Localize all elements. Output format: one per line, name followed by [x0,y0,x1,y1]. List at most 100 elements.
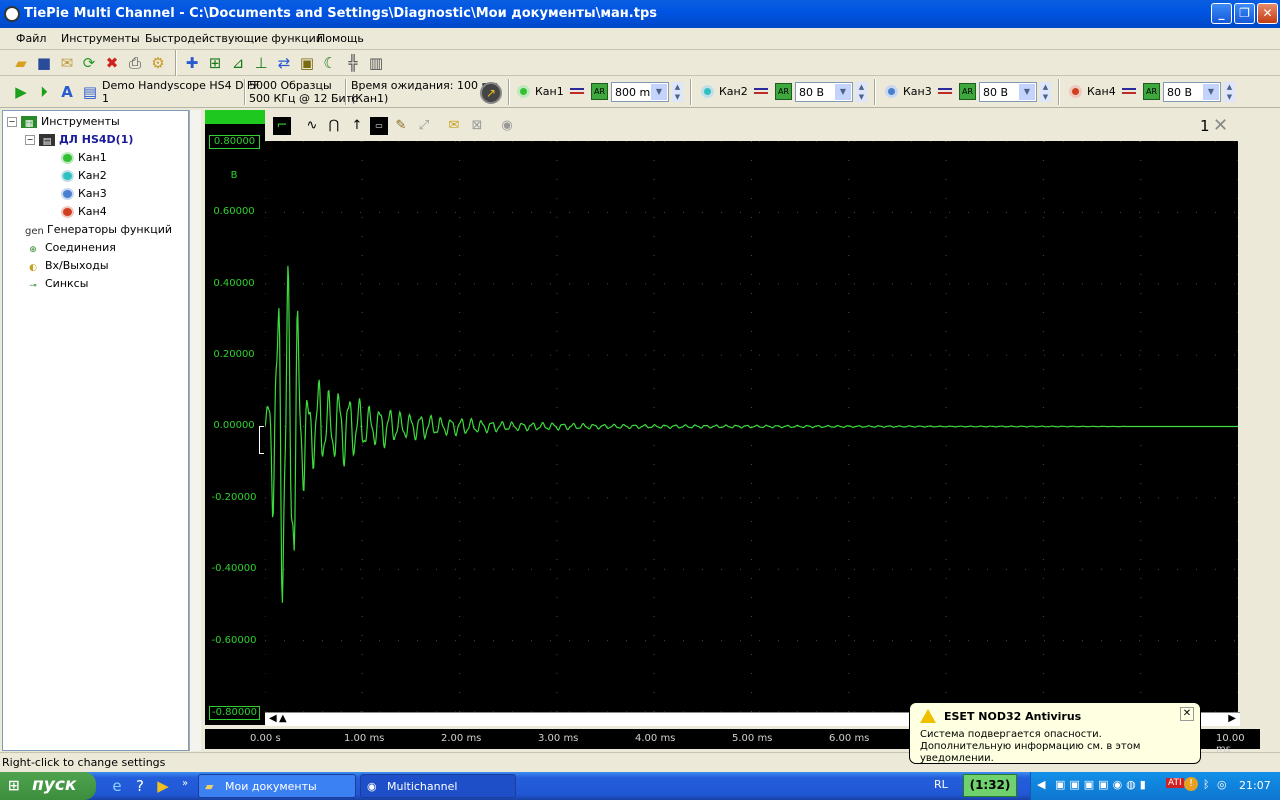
task-my-documents[interactable]: ▰ Мои документы [198,774,356,798]
auto-icon[interactable]: A [58,83,76,101]
peak-icon[interactable]: ⋂ [325,117,343,135]
graph-xy-icon[interactable]: ⊥ [252,54,270,72]
channel-1-autorange[interactable]: AR [591,83,608,100]
step-icon[interactable]: ⌐ [273,117,291,135]
nod32-icon[interactable]: ! [1184,777,1198,791]
swap-icon[interactable]: ⇄ [275,54,293,72]
tray-expand-icon[interactable]: ◀ [1037,778,1045,791]
channel-3-range-spinner[interactable]: ▲ ▼ [1040,82,1051,102]
channel-2-range-select[interactable]: 80 В ▼ [795,82,853,102]
scroll-left-icon[interactable]: ◀ [269,713,277,724]
channel-offset-marker[interactable] [259,426,264,454]
tree-function-generators[interactable]: gen Генераторы функций [25,222,172,238]
network-icon[interactable]: ◎ [1217,778,1227,791]
timeout-knob-icon[interactable]: ↗ [480,82,502,104]
tree-channel-4[interactable]: Кан4 [61,204,107,220]
close-plot-icon[interactable]: ✕ [1213,115,1228,136]
save-icon[interactable]: ■ [35,54,53,72]
chevron-down-icon[interactable]: ▼ [1019,84,1035,100]
channel-2-autorange[interactable]: AR [775,83,792,100]
delete-icon[interactable]: ✖ [103,54,121,72]
scroll-right-icon[interactable]: ▶ [1228,713,1236,724]
zoom-fit-icon[interactable]: ⤢ [415,117,433,135]
tree-channel-1[interactable]: Кан1 [61,150,107,166]
ati-icon[interactable]: ATI [1166,778,1184,788]
media-icon[interactable]: ▶ [154,777,172,795]
open-icon[interactable]: ▰ [12,54,30,72]
antivirus-notification[interactable]: ESET NOD32 Antivirus ✕ Система подвергае… [909,702,1201,764]
trigger-timeout[interactable]: Время ожидания: 100 ms [351,79,498,92]
maximize-button[interactable]: ❐ [1234,3,1255,24]
notification-close-button[interactable]: ✕ [1180,707,1194,721]
tray-icons[interactable]: ▣▣▣▣◉◍▮ [1055,778,1150,791]
tree-channel-3[interactable]: Кан3 [61,186,107,202]
plot-canvas[interactable] [264,140,1239,713]
clock[interactable]: 21:07 [1239,779,1271,792]
sample-rate[interactable]: 500 КГц @ 12 Битс [249,92,358,105]
chevron-down-icon[interactable]: ▼ [835,84,851,100]
channel-4-range-select[interactable]: 80 В ▼ [1163,82,1221,102]
task-multichannel[interactable]: ◉ Multichannel [360,774,516,798]
channel-1-coupling-icon[interactable] [570,88,584,94]
waveform-icon[interactable]: ▤ [81,83,99,101]
close-button[interactable]: ✕ [1257,3,1278,24]
tree-connections[interactable]: ⊕ Соединения [25,240,116,256]
mail-icon[interactable]: ✉ [58,54,76,72]
start-icon[interactable]: ▶ [12,83,30,101]
meter-icon[interactable]: ▣ [298,54,316,72]
collapse-icon[interactable]: − [25,135,35,145]
chevron-down-icon[interactable]: ▼ [1203,84,1219,100]
sine-icon[interactable]: ∿ [303,117,321,135]
refresh-icon[interactable]: ⟳ [80,54,98,72]
add-icon[interactable]: ✚ [183,54,201,72]
screen-icon[interactable]: ▭ [370,117,388,135]
graph-add-icon[interactable]: ⊞ [206,54,224,72]
settings-icon[interactable]: ⚙ [149,54,167,72]
minimize-button[interactable]: _ [1211,3,1232,24]
comment-icon[interactable]: ✉ [445,117,463,135]
help-icon[interactable]: ? [131,777,149,795]
trigger-pos-icon[interactable]: ▲ [279,713,287,724]
trigger-icon[interactable]: ↑ [348,117,366,135]
tree-syncs[interactable]: ⊸ Синксы [25,276,88,292]
tree-device[interactable]: − ▤ ДЛ HS4D(1) [25,132,133,148]
marker-icon[interactable]: ✎ [392,117,410,135]
menu-quick-functions[interactable]: Быстродействующие функции [145,32,323,45]
y-max-label[interactable]: 0.80000 [209,135,260,149]
channel-3-range-select[interactable]: 80 В ▼ [979,82,1037,102]
io-icon[interactable]: ▥ [367,54,385,72]
channel-2-range-spinner[interactable]: ▲ ▼ [856,82,867,102]
connect-icon[interactable]: ╬ [344,54,362,72]
sample-count[interactable]: 5000 Образцы [249,79,332,92]
graph-icon[interactable]: ⊿ [229,54,247,72]
print-icon[interactable]: ⎙ [126,54,144,72]
single-shot-icon[interactable]: ⏵ [35,83,53,101]
start-button[interactable]: ⊞ пуск [0,772,96,800]
menu-file[interactable]: Файл [16,32,46,45]
channel-2-coupling-icon[interactable] [754,88,768,94]
tree-io[interactable]: ◐ Вх/Выходы [25,258,108,274]
channel-1-range-select[interactable]: 800 mВ ▼ [611,82,669,102]
channel-3-autorange[interactable]: AR [959,83,976,100]
y-min-label[interactable]: -0.80000 [209,706,260,720]
tree-scrollbar[interactable] [189,110,201,751]
channel-4-autorange[interactable]: AR [1143,83,1160,100]
bluetooth-icon[interactable]: ᛒ [1203,778,1210,791]
language-indicator[interactable]: RL [934,778,948,791]
tree-root[interactable]: − ▦ Инструменты [7,114,120,130]
menu-help[interactable]: Помощь [317,32,364,45]
channel-3-coupling-icon[interactable] [938,88,952,94]
zoom-reset-icon[interactable]: ⊠ [468,117,486,135]
channel-4-coupling-icon[interactable] [1122,88,1136,94]
eye-icon[interactable]: ◉ [498,117,516,135]
ie-icon[interactable]: e [108,777,126,795]
counter-widget[interactable]: (1:32) [963,774,1017,797]
cursor-icon[interactable]: ☾ [321,54,339,72]
tree-channel-2[interactable]: Кан2 [61,168,107,184]
chevron-down-icon[interactable]: ▼ [651,84,667,100]
channel-4-range-spinner[interactable]: ▲ ▼ [1224,82,1235,102]
collapse-icon[interactable]: − [7,117,17,127]
channel-1-range-spinner[interactable]: ▲ ▼ [672,82,683,102]
menu-instruments[interactable]: Инструменты [61,32,140,45]
quicklaunch-more-icon[interactable]: » [176,775,194,793]
